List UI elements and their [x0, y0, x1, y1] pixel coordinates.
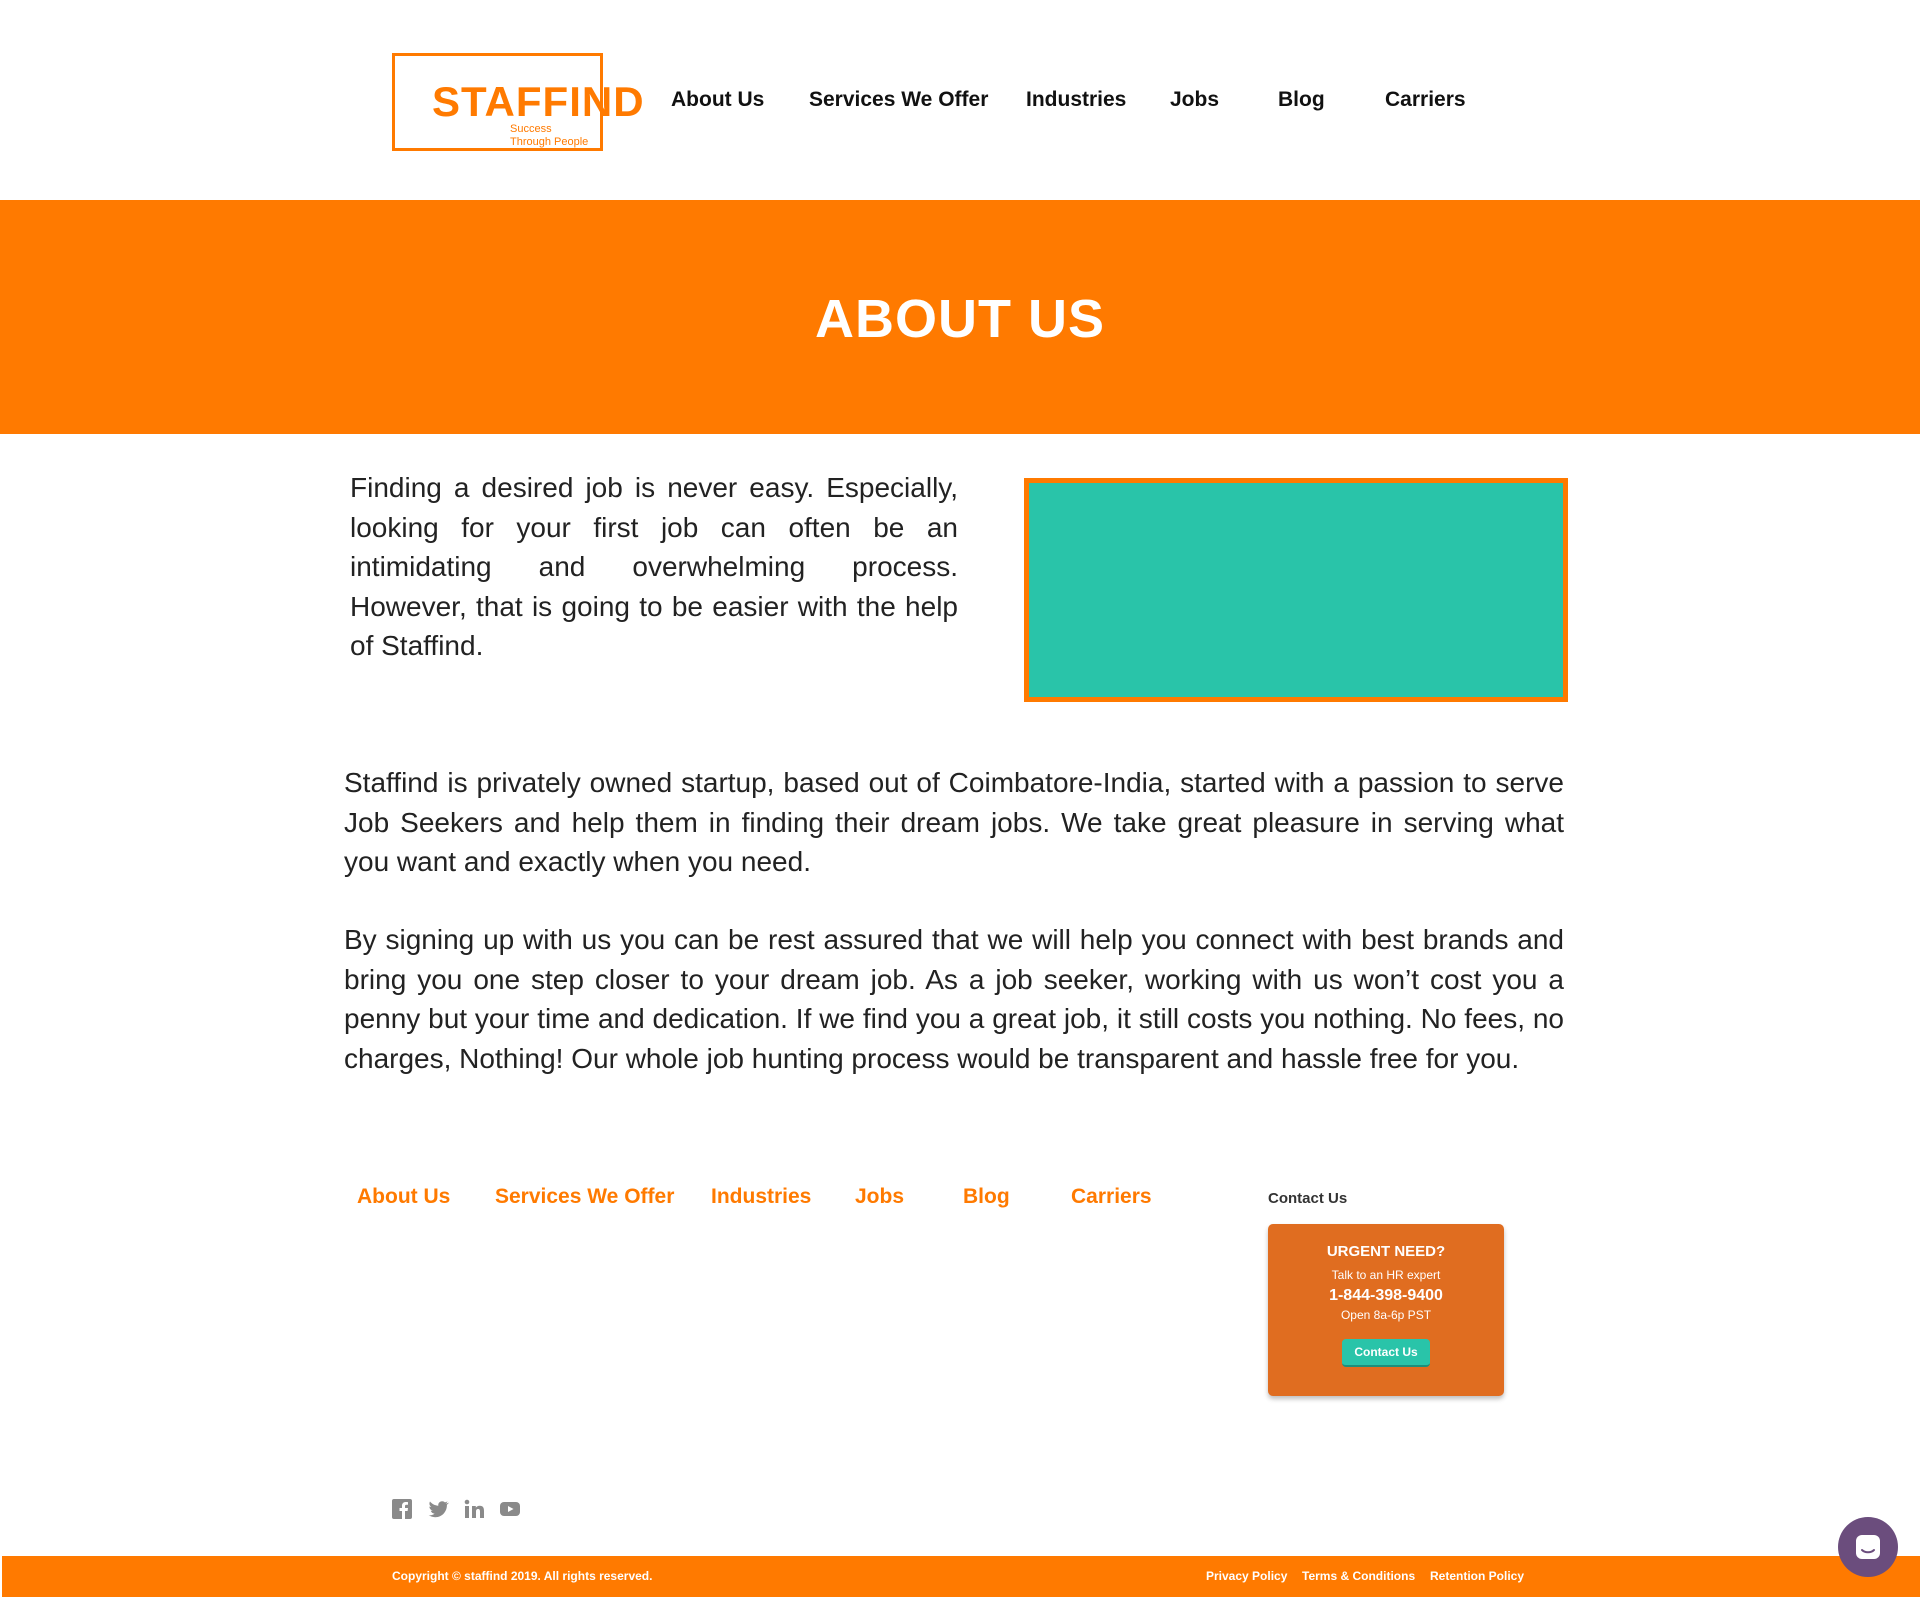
nav-blog[interactable]: Blog [1278, 88, 1325, 112]
nav-jobs[interactable]: Jobs [1170, 88, 1219, 112]
chat-bubble-icon [1856, 1535, 1880, 1559]
logo-tagline: Success Through People [510, 123, 588, 149]
footer-bottom-bar [2, 1556, 1920, 1597]
urgent-need-card: URGENT NEED? Talk to an HR expert 1-844-… [1268, 1224, 1504, 1396]
page-title: ABOUT US [815, 289, 1105, 349]
privacy-policy-link[interactable]: Privacy Policy [1206, 1569, 1287, 1583]
twitter-icon[interactable] [427, 1498, 449, 1520]
footer-nav-blog[interactable]: Blog [963, 1185, 1010, 1209]
linkedin-icon[interactable] [463, 1498, 485, 1520]
urgent-hours: Open 8a-6p PST [1340, 1308, 1432, 1322]
urgent-title: URGENT NEED? [1326, 1243, 1446, 1260]
media-placeholder [1024, 478, 1568, 702]
footer-nav-about-us[interactable]: About Us [357, 1185, 450, 1209]
youtube-icon[interactable] [499, 1498, 521, 1520]
footer-nav-jobs[interactable]: Jobs [855, 1185, 904, 1209]
footer-nav-carriers[interactable]: Carriers [1071, 1185, 1152, 1209]
nav-industries[interactable]: Industries [1026, 88, 1126, 112]
nav-carriers[interactable]: Carriers [1385, 88, 1466, 112]
nav-about-us[interactable]: About Us [671, 88, 764, 112]
contact-us-label: Contact Us [1268, 1190, 1348, 1207]
logo-tagline-line2: Through People [510, 136, 589, 148]
nav-services[interactable]: Services We Offer [809, 88, 988, 112]
about-paragraph-2: By signing up with us you can be rest as… [344, 924, 1564, 1074]
footer-nav-services[interactable]: Services We Offer [495, 1185, 674, 1209]
footer-nav-industries[interactable]: Industries [711, 1185, 811, 1209]
chat-launcher-button[interactable] [1838, 1517, 1898, 1577]
logo-tagline-line1: Success [510, 123, 552, 135]
retention-policy-link[interactable]: Retention Policy [1430, 1569, 1524, 1583]
intro-text: Finding a desired job is never easy. Esp… [350, 472, 958, 661]
urgent-phone[interactable]: 1-844-398-9400 [1268, 1287, 1504, 1305]
terms-conditions-link[interactable]: Terms & Conditions [1302, 1569, 1415, 1583]
urgent-subtitle: Talk to an HR expert [1331, 1268, 1441, 1282]
copyright-text: Copyright © staffind 2019. All rights re… [392, 1569, 653, 1583]
contact-us-button[interactable]: Contact Us [1342, 1339, 1430, 1367]
logo-wordmark: STAFFIND [432, 78, 645, 125]
about-paragraph-1: Staffind is privately owned startup, bas… [344, 767, 1564, 877]
facebook-icon[interactable] [391, 1498, 413, 1520]
